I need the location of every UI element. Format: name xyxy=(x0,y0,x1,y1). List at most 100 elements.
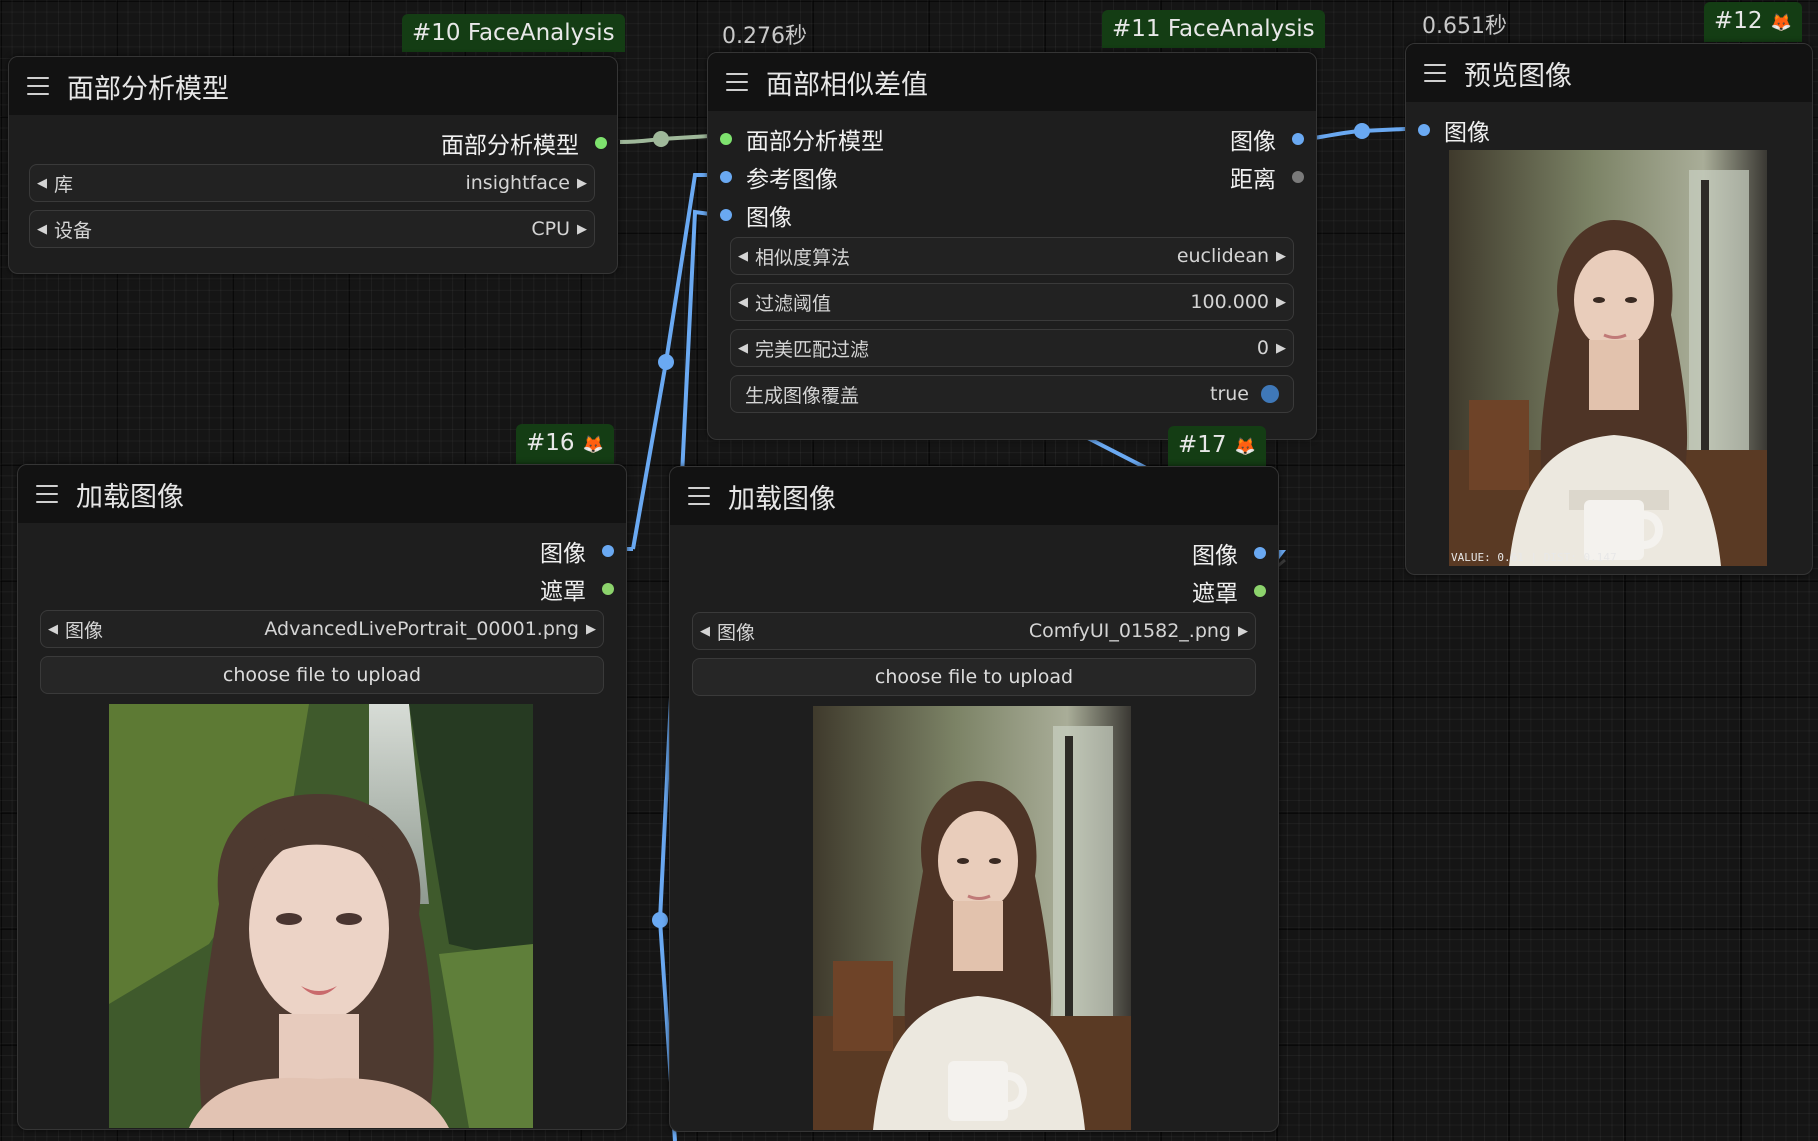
triangle-left-icon[interactable]: ◀ xyxy=(41,622,65,637)
combo-widget-similarity-method[interactable]: ◀ 相似度算法 euclidean ▶ xyxy=(730,237,1294,275)
triangle-right-icon[interactable]: ▶ xyxy=(570,222,594,237)
triangle-right-icon[interactable]: ▶ xyxy=(1231,624,1255,639)
output-slot-dot[interactable] xyxy=(595,137,607,149)
widget-label: 完美匹配过滤 xyxy=(755,338,870,361)
link-reroute-face-model[interactable] xyxy=(653,131,669,147)
output-slot-dot[interactable] xyxy=(602,545,614,557)
hamburger-menu-icon[interactable] xyxy=(688,487,710,505)
node-face-analysis-model[interactable]: 面部分析模型 面部分析模型 ◀ 库 insightface ▶ ◀ 设备 CPU… xyxy=(8,56,618,274)
output-slot-dot[interactable] xyxy=(1292,171,1304,183)
input-slot-face-model[interactable]: 面部分析模型 xyxy=(720,121,884,157)
node-badge-17: #17 🦊 xyxy=(1168,426,1266,466)
input-slot-reference-image[interactable]: 参考图像 xyxy=(720,159,838,195)
node-id-label: #12 xyxy=(1714,8,1763,34)
widget-label: 图像 xyxy=(717,621,756,644)
toggle-indicator-icon[interactable] xyxy=(1261,385,1279,403)
link-reroute-ref[interactable] xyxy=(658,354,674,370)
node-load-image-16[interactable]: 加载图像 图像 遮罩 ◀ 图像 AdvancedLivePortrait_000… xyxy=(17,464,627,1130)
node-header[interactable]: 面部相似差值 xyxy=(708,53,1316,111)
node-title: 加载图像 xyxy=(728,483,836,515)
node-title: 加载图像 xyxy=(76,481,184,513)
node-badge-16: #16 🦊 xyxy=(516,424,614,464)
output-slot-label: 图像 xyxy=(1230,129,1276,155)
node-header[interactable]: 面部分析模型 xyxy=(9,57,617,115)
fox-icon: 🦊 xyxy=(1770,13,1792,33)
widget-value: true xyxy=(1210,383,1249,405)
widget-label: 设备 xyxy=(54,219,93,242)
input-slot-image[interactable]: 图像 xyxy=(1418,112,1490,148)
node-badge-10: #10 FaceAnalysis xyxy=(402,14,625,52)
node-title: 预览图像 xyxy=(1464,60,1572,92)
input-slot-dot[interactable] xyxy=(720,133,732,145)
node-id-label: #17 xyxy=(1178,432,1227,458)
output-slot-image[interactable]: 图像 xyxy=(1192,535,1266,571)
triangle-left-icon[interactable]: ◀ xyxy=(693,624,717,639)
node-load-image-17[interactable]: 加载图像 图像 遮罩 ◀ 图像 ComfyUI_01582_.png ▶ cho… xyxy=(669,466,1279,1132)
combo-widget-image-file[interactable]: ◀ 图像 AdvancedLivePortrait_00001.png ▶ xyxy=(40,610,604,648)
input-slot-dot[interactable] xyxy=(720,209,732,221)
hamburger-menu-icon[interactable] xyxy=(726,73,748,91)
link-reroute-image[interactable] xyxy=(652,912,668,928)
output-slot-dot[interactable] xyxy=(1254,585,1266,597)
hamburger-menu-icon[interactable] xyxy=(36,485,58,503)
node-face-similarity[interactable]: 面部相似差值 面部分析模型 参考图像 图像 图像 距离 ◀ 相似度算法 eucl… xyxy=(707,52,1317,440)
widget-label: 库 xyxy=(54,173,74,196)
link-reroute-preview[interactable] xyxy=(1354,123,1370,139)
combo-widget-image-file[interactable]: ◀ 图像 ComfyUI_01582_.png ▶ xyxy=(692,612,1256,650)
node-title: 面部分析模型 xyxy=(67,73,229,105)
node-badge-11: #11 FaceAnalysis xyxy=(1102,10,1325,48)
output-slot-mask[interactable]: 遮罩 xyxy=(1192,573,1266,609)
output-slot-label: 图像 xyxy=(1192,543,1238,569)
toggle-widget-generate-overlay[interactable]: 生成图像覆盖 true xyxy=(730,375,1294,413)
input-slot-dot[interactable] xyxy=(720,171,732,183)
triangle-right-icon[interactable]: ▶ xyxy=(579,622,603,637)
output-slot-image[interactable]: 图像 xyxy=(1230,121,1304,157)
triangle-right-icon[interactable]: ▶ xyxy=(1269,295,1293,310)
upload-button[interactable]: choose file to upload xyxy=(40,656,604,694)
widget-value: CPU xyxy=(531,218,570,240)
number-widget-perfect-match-filter[interactable]: ◀ 完美匹配过滤 0 ▶ xyxy=(730,329,1294,367)
output-slot-label: 距离 xyxy=(1230,167,1276,193)
widget-value: euclidean xyxy=(1176,245,1269,267)
widget-value: insightface xyxy=(465,172,570,194)
node-id-label: #16 xyxy=(526,430,575,456)
input-slot-label: 参考图像 xyxy=(746,167,838,193)
node-header[interactable]: 预览图像 xyxy=(1406,44,1812,102)
output-slot-dot[interactable] xyxy=(1254,547,1266,559)
input-slot-label: 面部分析模型 xyxy=(746,129,884,155)
node-id-label: #11 FaceAnalysis xyxy=(1112,16,1315,42)
triangle-left-icon[interactable]: ◀ xyxy=(731,341,755,356)
output-slot-image[interactable]: 图像 xyxy=(540,533,614,569)
output-slot-dot[interactable] xyxy=(1292,133,1304,145)
widget-label: 生成图像覆盖 xyxy=(745,384,860,407)
upload-button[interactable]: choose file to upload xyxy=(692,658,1256,696)
output-slot-mask[interactable]: 遮罩 xyxy=(540,571,614,607)
triangle-left-icon[interactable]: ◀ xyxy=(731,295,755,310)
loaded-image-cafe-portrait xyxy=(813,706,1131,1130)
output-slot-face-model[interactable]: 面部分析模型 xyxy=(441,125,607,161)
combo-widget-device[interactable]: ◀ 设备 CPU ▶ xyxy=(29,210,595,248)
widget-label: 过滤阈值 xyxy=(755,292,832,315)
node-title: 面部相似差值 xyxy=(766,69,928,101)
number-widget-filter-threshold[interactable]: ◀ 过滤阈值 100.000 ▶ xyxy=(730,283,1294,321)
link-face-model[interactable] xyxy=(619,134,711,144)
hamburger-menu-icon[interactable] xyxy=(27,77,49,95)
widget-value: 0 xyxy=(1256,337,1269,359)
node-preview-image[interactable]: 预览图像 图像 VALUE: 0.61 | DIST: 0.147 xyxy=(1405,43,1813,575)
triangle-right-icon[interactable]: ▶ xyxy=(1269,249,1293,264)
triangle-left-icon[interactable]: ◀ xyxy=(30,222,54,237)
hamburger-menu-icon[interactable] xyxy=(1424,64,1446,82)
triangle-right-icon[interactable]: ▶ xyxy=(1269,341,1293,356)
triangle-left-icon[interactable]: ◀ xyxy=(30,176,54,191)
triangle-left-icon[interactable]: ◀ xyxy=(731,249,755,264)
output-slot-distance[interactable]: 距离 xyxy=(1230,159,1304,195)
node-header[interactable]: 加载图像 xyxy=(18,465,626,523)
combo-widget-library[interactable]: ◀ 库 insightface ▶ xyxy=(29,164,595,202)
fox-icon: 🦊 xyxy=(1234,437,1256,457)
input-slot-image[interactable]: 图像 xyxy=(720,197,792,233)
input-slot-dot[interactable] xyxy=(1418,124,1430,136)
node-header[interactable]: 加载图像 xyxy=(670,467,1278,525)
triangle-right-icon[interactable]: ▶ xyxy=(570,176,594,191)
loaded-image xyxy=(813,706,1131,1130)
output-slot-dot[interactable] xyxy=(602,583,614,595)
